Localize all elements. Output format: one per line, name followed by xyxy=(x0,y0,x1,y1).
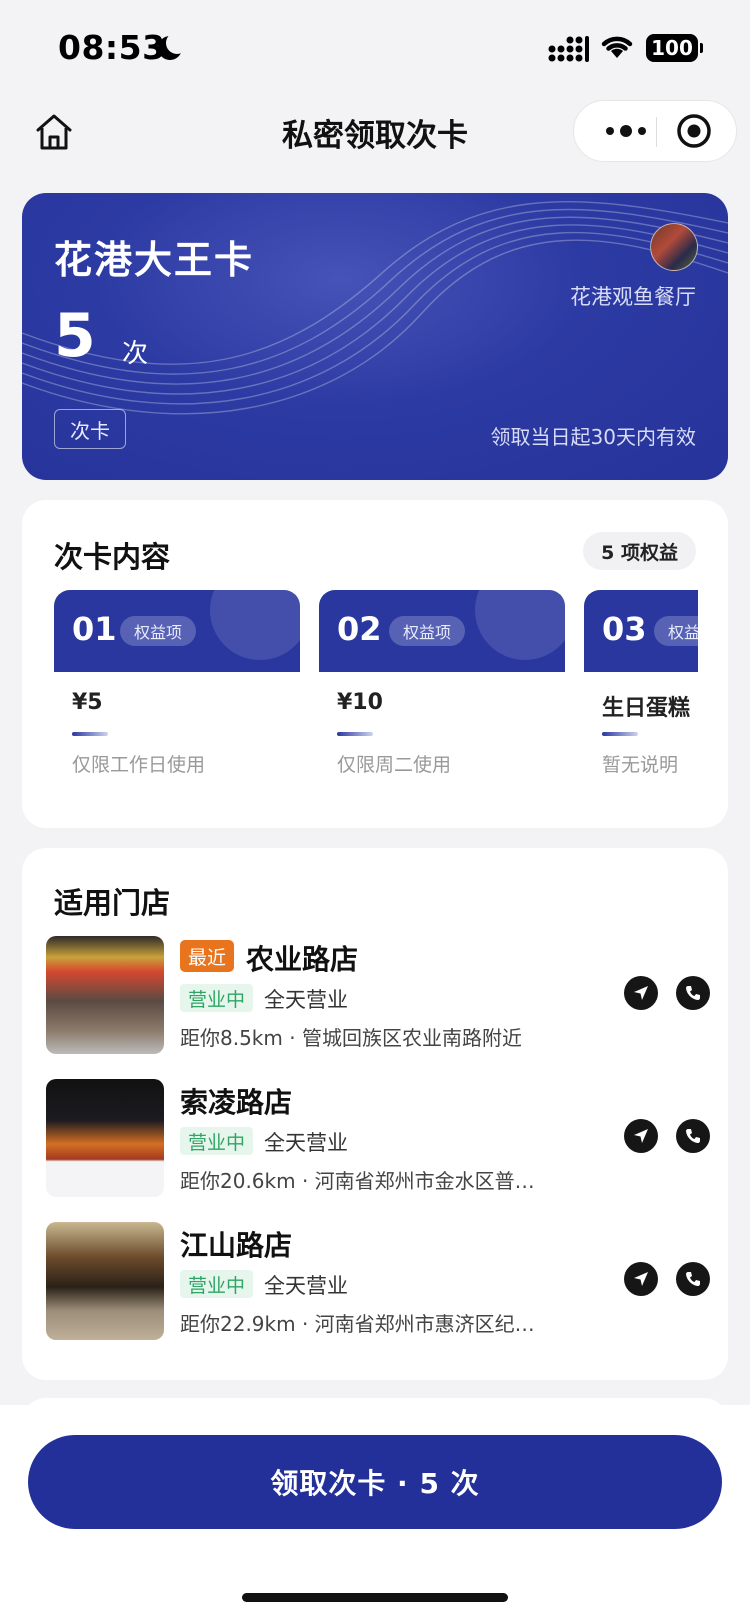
benefit-divider xyxy=(72,732,108,736)
store-hours: 全天营业 xyxy=(264,1131,348,1155)
capsule-divider xyxy=(656,117,657,147)
benefit-header: 01 权益项 xyxy=(54,590,300,672)
call-button[interactable] xyxy=(676,1262,710,1296)
benefits-title: 次卡内容 xyxy=(54,540,171,574)
miniapp-capsule xyxy=(573,100,737,162)
store-address: 距你22.9km · 河南省郑州市惠济区纪… xyxy=(180,1312,535,1336)
stores-section: 适用门店 最近 农业路店 营业中 全天营业 距你8.5km · 管城回族区农业南… xyxy=(22,848,728,1380)
card-count-unit: 次 xyxy=(122,339,149,369)
benefit-chip: 权益项 xyxy=(120,616,197,646)
store-name: 江山路店 xyxy=(180,1229,293,1262)
call-button[interactable] xyxy=(676,1119,710,1153)
benefit-divider xyxy=(337,732,373,736)
store-hours: 全天营业 xyxy=(264,1274,348,1298)
status-bar: 08:53 100 xyxy=(0,0,750,100)
store-photo xyxy=(46,1079,164,1197)
phone-icon xyxy=(686,1129,700,1143)
phone-icon xyxy=(686,986,700,1000)
store-item[interactable]: 索凌路店 营业中 全天营业 距你20.6km · 河南省郑州市金水区普… xyxy=(46,1079,710,1199)
card-hero: 花港大王卡 5 次 次卡 花港观鱼餐厅 领取当日起30天内有效 xyxy=(22,193,728,480)
more-icon[interactable] xyxy=(598,101,654,161)
store-name: 农业路店 xyxy=(246,943,359,976)
nav-bar: 私密领取次卡 xyxy=(0,98,750,168)
card-name: 花港大王卡 xyxy=(54,238,255,282)
benefit-chip: 权益项 xyxy=(389,616,466,646)
benefit-value: ¥5 xyxy=(72,690,103,715)
benefit-note: 暂无说明 xyxy=(602,754,679,776)
store-item[interactable]: 最近 农业路店 营业中 全天营业 距你8.5km · 管城回族区农业南路附近 xyxy=(46,936,710,1056)
navigate-button[interactable] xyxy=(624,1119,658,1153)
wifi-icon xyxy=(601,36,633,58)
shop-avatar xyxy=(650,223,698,271)
signal-icon xyxy=(548,36,589,62)
store-name: 索凌路店 xyxy=(180,1086,293,1119)
status-time: 08:53 xyxy=(58,28,166,67)
benefit-value: 生日蛋糕 xyxy=(602,696,691,721)
navigate-icon xyxy=(634,986,648,1000)
benefit-note: 仅限周二使用 xyxy=(337,754,452,776)
benefit-item: 02 权益项 ¥10 仅限周二使用 xyxy=(319,590,565,790)
open-status-badge: 营业中 xyxy=(180,1270,254,1298)
navigate-icon xyxy=(634,1272,648,1286)
benefit-note: 仅限工作日使用 xyxy=(72,754,206,776)
stores-title: 适用门店 xyxy=(54,886,171,920)
claim-card-button[interactable]: 领取次卡 · 5 次 xyxy=(28,1435,722,1529)
store-hours: 全天营业 xyxy=(264,988,348,1012)
benefits-count-badge: 5 项权益 xyxy=(583,532,696,570)
moon-icon xyxy=(158,32,188,60)
benefit-decoration xyxy=(210,590,300,660)
benefit-header: 02 权益项 xyxy=(319,590,565,672)
benefit-decoration xyxy=(475,590,565,660)
benefit-item: 01 权益项 ¥5 仅限工作日使用 xyxy=(54,590,300,790)
benefit-number: 02 xyxy=(337,610,382,648)
store-address: 距你8.5km · 管城回族区农业南路附近 xyxy=(180,1026,522,1050)
benefit-item: 03 权益项 生日蛋糕 暂无说明 xyxy=(584,590,698,790)
benefit-divider xyxy=(602,732,638,736)
benefit-header: 03 权益项 xyxy=(584,590,698,672)
navigate-icon xyxy=(634,1129,648,1143)
store-address: 距你20.6km · 河南省郑州市金水区普… xyxy=(180,1169,535,1193)
benefit-number: 03 xyxy=(602,610,647,648)
open-status-badge: 营业中 xyxy=(180,1127,254,1155)
store-photo xyxy=(46,1222,164,1340)
close-miniapp-icon[interactable] xyxy=(676,113,712,149)
benefit-value: ¥10 xyxy=(337,690,383,715)
store-item[interactable]: 江山路店 营业中 全天营业 距你22.9km · 河南省郑州市惠济区纪… xyxy=(46,1222,710,1342)
benefit-number: 01 xyxy=(72,610,117,648)
open-status-badge: 营业中 xyxy=(180,984,254,1012)
card-type-tag: 次卡 xyxy=(54,409,126,449)
phone-icon xyxy=(686,1272,700,1286)
benefit-chip: 权益项 xyxy=(654,616,698,646)
card-count: 5 xyxy=(54,301,96,371)
home-indicator xyxy=(242,1593,508,1602)
benefits-carousel[interactable]: 01 权益项 ¥5 仅限工作日使用 02 权益项 ¥10 仅限周二使用 03 权… xyxy=(54,590,698,790)
benefits-section: 次卡内容 5 项权益 01 权益项 ¥5 仅限工作日使用 02 权益项 ¥10 … xyxy=(22,500,728,828)
navigate-button[interactable] xyxy=(624,1262,658,1296)
store-photo xyxy=(46,936,164,1054)
nearest-badge: 最近 xyxy=(180,940,235,972)
bottom-action-bar: 领取次卡 · 5 次 xyxy=(0,1405,750,1623)
call-button[interactable] xyxy=(676,976,710,1010)
navigate-button[interactable] xyxy=(624,976,658,1010)
validity-text: 领取当日起30天内有效 xyxy=(490,425,696,449)
battery-indicator: 100 xyxy=(646,34,703,62)
shop-name: 花港观鱼餐厅 xyxy=(570,285,696,309)
